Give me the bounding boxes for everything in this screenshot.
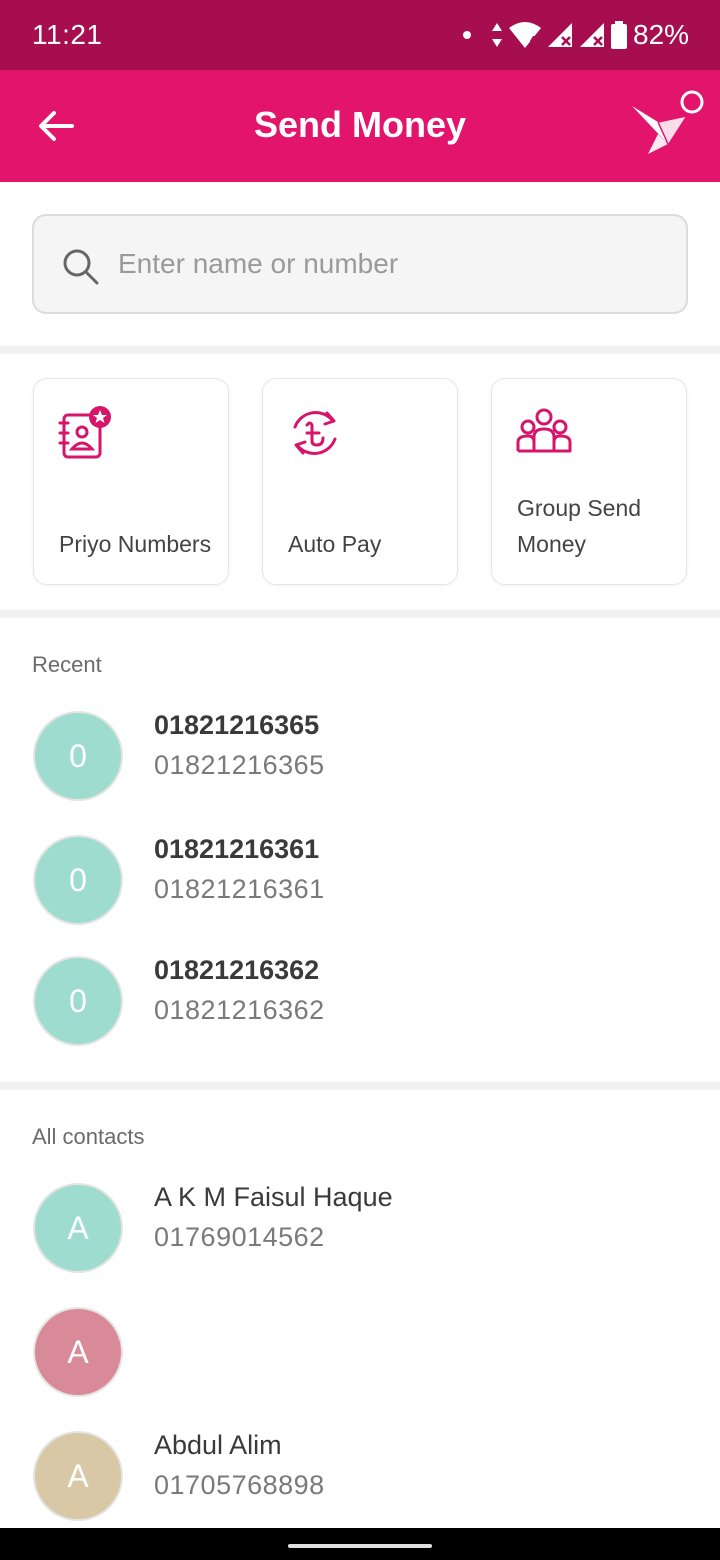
avatar: 0 (33, 835, 123, 925)
divider (0, 346, 720, 354)
all-contacts-header: All contacts (32, 1124, 145, 1149)
search-icon (63, 249, 99, 285)
contact-book-star-icon (58, 406, 111, 459)
status-bar: 11:21 4 82% (0, 0, 720, 70)
notification-dot-icon (463, 31, 471, 39)
card-label: Auto Pay (288, 531, 382, 557)
signal-icon (548, 23, 572, 47)
avatar: 0 (33, 711, 123, 801)
recent-item[interactable]: 0 01821216365 01821216365 (0, 701, 720, 821)
avatar: A (33, 1307, 123, 1397)
contact-item[interactable]: A Abdul Alim 01705768898 (0, 1421, 720, 1541)
group-send-money-card[interactable]: Group Send Money (491, 378, 687, 585)
contact-name: A K M Faisul Haque (154, 1182, 393, 1212)
divider (0, 1082, 720, 1090)
card-label: Priyo Numbers (59, 531, 212, 557)
divider (0, 610, 720, 618)
battery-percentage: 82% (633, 19, 690, 50)
contact-name: Abdul Alim (154, 1430, 282, 1460)
bkash-bird-logo (632, 90, 704, 154)
priyo-numbers-card[interactable]: Priyo Numbers (33, 378, 229, 585)
contact-number: 01821216365 (154, 750, 325, 780)
contact-number: 01705768898 (154, 1470, 325, 1500)
svg-text:4: 4 (530, 35, 536, 46)
search-box[interactable] (32, 214, 688, 314)
recent-item[interactable]: 0 01821216361 01821216361 (0, 825, 720, 945)
search-input[interactable] (118, 236, 658, 292)
data-arrows-icon (492, 23, 502, 47)
status-icons: 4 (490, 20, 628, 50)
avatar: 0 (33, 956, 123, 1046)
card-label: Group Send Money (517, 495, 642, 557)
auto-pay-card[interactable]: Auto Pay (262, 378, 458, 585)
signal-icon (580, 23, 604, 47)
recent-header: Recent (32, 652, 102, 677)
contact-number: 01769014562 (154, 1222, 325, 1252)
contact-name: 01821216361 (154, 834, 320, 864)
app-bar: Send Money (0, 70, 720, 182)
home-indicator[interactable] (288, 1544, 432, 1548)
contact-name: 01821216362 (154, 955, 320, 985)
avatar: A (33, 1183, 123, 1273)
contact-number: 01821216362 (154, 995, 325, 1025)
taka-recycle-icon (293, 411, 337, 455)
contact-name: 01821216365 (154, 710, 320, 740)
avatar: A (33, 1431, 123, 1521)
wifi-icon: 4 (509, 22, 541, 48)
group-people-icon (516, 408, 572, 453)
recent-item[interactable]: 0 01821216362 01821216362 (0, 946, 720, 1066)
contact-item[interactable]: A A K M Faisul Haque 01769014562 (0, 1173, 720, 1293)
battery-icon (611, 21, 627, 49)
page-title: Send Money (253, 104, 467, 145)
status-time: 11:21 (32, 19, 103, 50)
system-nav-bar (0, 1528, 720, 1560)
contact-number: 01821216361 (154, 874, 325, 904)
contact-item[interactable]: A (0, 1297, 720, 1417)
